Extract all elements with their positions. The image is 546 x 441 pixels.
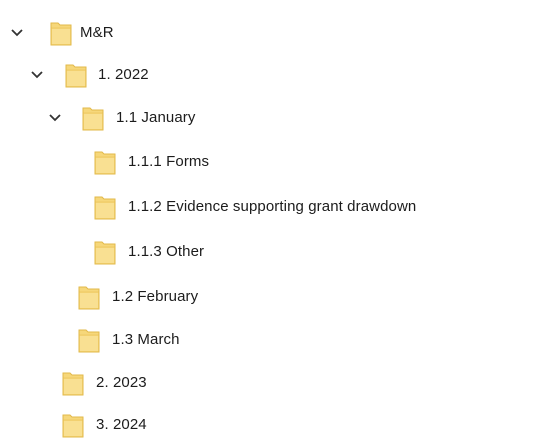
folder-icon [62, 370, 84, 396]
folder-tree: M&R 1. 2022 1.1 January 1.1.1 Forms 1.1.… [0, 0, 546, 441]
folder-icon [94, 239, 116, 265]
folder-icon [94, 149, 116, 175]
tree-item-2024[interactable]: 3. 2024 [0, 410, 240, 440]
tree-item-label: 2. 2023 [96, 374, 147, 391]
tree-item-label: M&R [80, 24, 114, 41]
folder-icon [82, 105, 104, 131]
tree-item-label: 1.1 January [116, 109, 196, 126]
tree-item-evidence-supporting-grant-drawdown[interactable]: 1.1.2 Evidence supporting grant drawdown [0, 192, 546, 222]
folder-icon [62, 412, 84, 438]
chevron-down-icon[interactable] [10, 26, 24, 40]
folder-icon [50, 20, 72, 46]
tree-item-march[interactable]: 1.3 March [0, 325, 260, 355]
chevron-down-icon[interactable] [30, 68, 44, 82]
tree-item-label: 1.1.2 Evidence supporting grant drawdown [128, 198, 417, 215]
tree-item-2022[interactable]: 1. 2022 [0, 60, 220, 90]
folder-icon [94, 194, 116, 220]
tree-item-label: 3. 2024 [96, 416, 147, 433]
folder-icon [78, 284, 100, 310]
tree-item-january[interactable]: 1.1 January [0, 103, 240, 133]
tree-item-february[interactable]: 1.2 February [0, 282, 260, 312]
tree-item-forms[interactable]: 1.1.1 Forms [0, 147, 260, 177]
tree-item-label: 1.1.1 Forms [128, 153, 210, 170]
tree-item-label: 1.2 February [112, 288, 199, 305]
folder-icon [78, 327, 100, 353]
folder-icon [65, 62, 87, 88]
tree-item-2023[interactable]: 2. 2023 [0, 368, 240, 398]
tree-item-label: 1.1.3 Other [128, 243, 205, 260]
tree-item-label: 1. 2022 [98, 66, 149, 83]
chevron-down-icon[interactable] [48, 111, 62, 125]
tree-item-label: 1.3 March [112, 331, 180, 348]
tree-item-m-and-r[interactable]: M&R [0, 18, 200, 48]
tree-item-other[interactable]: 1.1.3 Other [0, 237, 260, 267]
